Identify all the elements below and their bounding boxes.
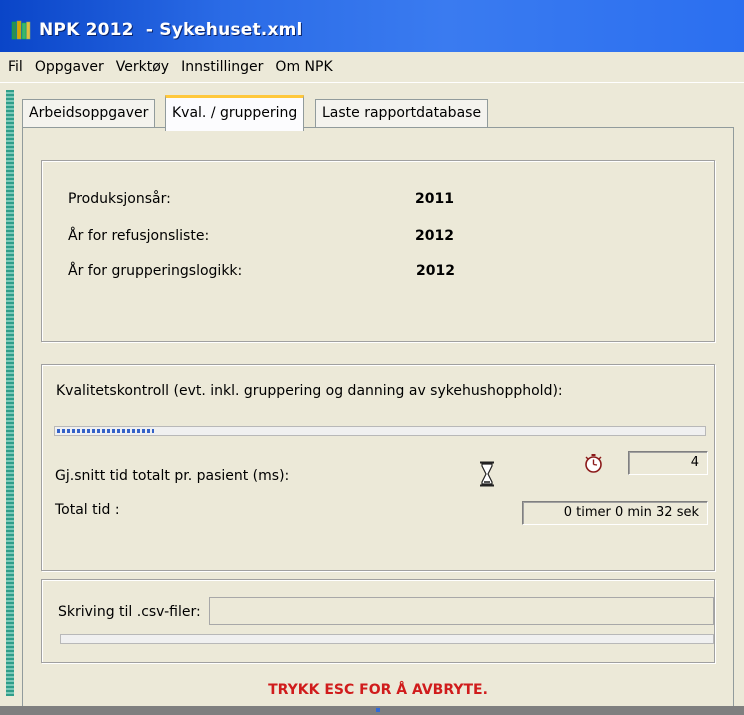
hourglass-icon [480, 461, 494, 487]
quality-heading: Kvalitetskontroll (evt. inkl. gruppering… [56, 383, 563, 399]
refund-year-value: 2012 [415, 228, 454, 244]
status-bar [0, 706, 744, 715]
csv-progress-bar [60, 634, 714, 644]
quality-control-group: Kvalitetskontroll (evt. inkl. gruppering… [41, 364, 715, 571]
total-time-label: Total tid : [55, 502, 120, 518]
avg-time-value: 4 [628, 451, 708, 475]
years-group: Produksjonsår: 2011 År for refusjonslist… [41, 160, 715, 342]
menu-verktoy[interactable]: Verktøy [110, 55, 175, 79]
menu-innstillinger[interactable]: Innstillinger [175, 55, 269, 79]
csv-file-field [209, 597, 714, 625]
menu-om-npk[interactable]: Om NPK [269, 55, 338, 79]
production-year-label: Produksjonsår: [68, 191, 171, 207]
tab-panel: Produksjonsår: 2011 År for refusjonslist… [22, 127, 734, 707]
csv-label: Skriving til .csv-filer: [58, 604, 201, 620]
menu-bar: Fil Oppgaver Verktøy Innstillinger Om NP… [0, 52, 744, 83]
app-window: NPK 2012 - Sykehuset.xml Fil Oppgaver Ve… [0, 0, 744, 715]
status-indicator [376, 708, 380, 712]
menu-oppgaver[interactable]: Oppgaver [29, 55, 110, 79]
quality-progress-fill [57, 429, 154, 433]
app-books-icon [11, 20, 31, 40]
tab-arbeidsoppgaver[interactable]: Arbeidsoppgaver [22, 99, 156, 128]
window-title: NPK 2012 - Sykehuset.xml [39, 20, 303, 40]
avg-time-label: Gj.snitt tid totalt pr. pasient (ms): [55, 468, 290, 484]
abort-hint: TRYKK ESC FOR Å AVBRYTE. [268, 682, 488, 698]
csv-output-group: Skriving til .csv-filer: [41, 579, 715, 663]
title-bar[interactable]: NPK 2012 - Sykehuset.xml [0, 0, 744, 53]
grouping-year-label: År for grupperingslogikk: [68, 263, 243, 279]
refund-year-label: År for refusjonsliste: [68, 228, 210, 244]
menu-fil[interactable]: Fil [0, 55, 29, 79]
left-decorative-strip [6, 90, 14, 696]
stopwatch-icon [585, 454, 602, 473]
total-time-value: 0 timer 0 min 32 sek [522, 501, 708, 525]
production-year-value: 2011 [415, 191, 454, 207]
grouping-year-value: 2012 [416, 263, 455, 279]
tab-laste-rapportdatabase[interactable]: Laste rapportdatabase [315, 99, 489, 128]
quality-progress-bar [54, 426, 706, 436]
tab-kval-gruppering[interactable]: Kval. / gruppering [165, 95, 305, 131]
